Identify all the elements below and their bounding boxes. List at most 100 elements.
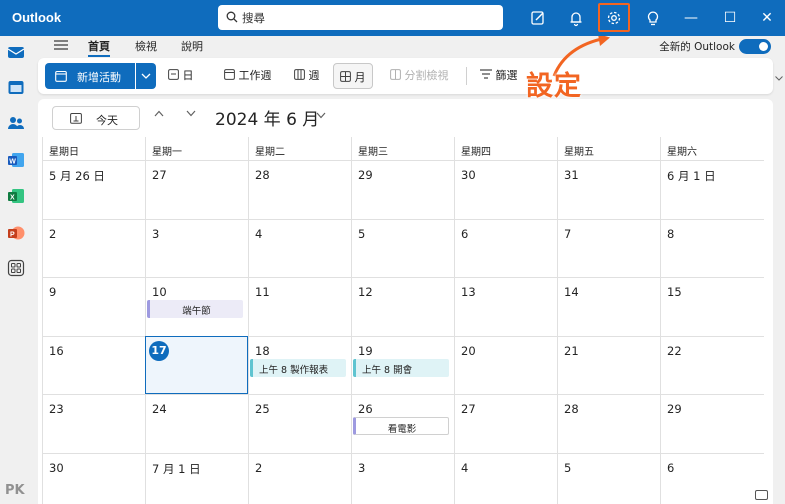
day-number: 10: [152, 285, 167, 299]
calendar-event[interactable]: 上午 8 開會: [353, 358, 449, 377]
day-cell[interactable]: 6: [454, 218, 557, 277]
filter-button[interactable]: 篩選: [480, 67, 518, 83]
close-button[interactable]: ✕: [755, 6, 779, 30]
day-cell[interactable]: 6: [660, 452, 764, 504]
day-cell[interactable]: 28: [248, 160, 351, 219]
day-cell[interactable]: 9: [42, 277, 145, 336]
menu-tab-help[interactable]: 說明: [181, 38, 203, 54]
day-cell[interactable]: 2: [42, 218, 145, 277]
day-cell[interactable]: 15: [660, 277, 764, 336]
hamburger-menu-icon[interactable]: [54, 39, 68, 51]
day-cell[interactable]: 7 月 1 日: [145, 452, 248, 504]
maximize-button[interactable]: ☐: [718, 6, 742, 30]
split-view-icon: [390, 69, 401, 80]
bell-icon[interactable]: [566, 8, 586, 28]
day-number: 21: [564, 343, 579, 358]
calendar-icon[interactable]: [7, 78, 25, 96]
view-workweek-label: 工作週: [238, 69, 272, 82]
day-cell[interactable]: 3: [351, 452, 454, 504]
view-toggle-icon[interactable]: [755, 490, 768, 500]
calendar-main: 今天 2024 年 6 月 星期日 星期一 星期二 星期三 星期四 星期五 星期六 5 月 2…: [38, 99, 773, 504]
new-event-button[interactable]: 新增活動: [45, 63, 135, 89]
day-cell[interactable]: 27: [145, 160, 248, 219]
day-number: 4: [461, 460, 469, 475]
view-week-button[interactable]: 週: [294, 67, 320, 83]
day-cell[interactable]: 29: [351, 160, 454, 219]
compose-note-icon[interactable]: [528, 8, 548, 28]
day-cell[interactable]: 28: [557, 394, 660, 453]
weekday-header: 星期日: [42, 137, 145, 160]
calendar-event[interactable]: 端午節: [147, 300, 243, 318]
day-cell[interactable]: 30: [42, 452, 145, 504]
lightbulb-icon[interactable]: [643, 8, 663, 28]
gear-icon[interactable]: [604, 8, 624, 28]
new-event-dropdown[interactable]: [136, 63, 156, 89]
apps-icon[interactable]: [7, 259, 25, 277]
day-cell[interactable]: 30: [454, 160, 557, 219]
day-cell[interactable]: 3: [145, 218, 248, 277]
day-cell[interactable]: 20: [454, 335, 557, 394]
day-cell[interactable]: 14: [557, 277, 660, 336]
menu-tab-view[interactable]: 檢視: [135, 38, 157, 54]
search-placeholder: 搜尋: [242, 11, 265, 25]
workweek-view-icon: [224, 69, 235, 80]
day-cell[interactable]: 11: [248, 277, 351, 336]
view-split-label: 分割檢視: [404, 69, 449, 82]
today-label: 今天: [96, 114, 118, 127]
view-month-button[interactable]: 月: [333, 63, 373, 89]
day-cell[interactable]: 16: [42, 335, 145, 394]
mail-icon[interactable]: [7, 43, 25, 61]
month-title: 2024 年 6 月: [215, 110, 320, 130]
view-day-button[interactable]: 日: [168, 67, 194, 83]
day-number: 7 月 1 日: [152, 461, 201, 476]
new-outlook-toggle[interactable]: [739, 39, 771, 54]
word-icon[interactable]: W: [7, 151, 25, 169]
search-box[interactable]: 搜尋: [218, 5, 503, 30]
search-icon: [226, 11, 238, 23]
weekday-header: 星期三: [351, 137, 454, 160]
day-cell[interactable]: 2: [248, 452, 351, 504]
previous-month-icon[interactable]: [154, 110, 164, 117]
day-cell[interactable]: 4: [454, 452, 557, 504]
day-cell[interactable]: 17: [145, 335, 248, 394]
today-date-badge: 17: [149, 340, 169, 361]
day-cell[interactable]: 5 月 26 日: [42, 160, 145, 219]
calendar-today-icon: [70, 113, 82, 124]
powerpoint-icon[interactable]: P: [7, 224, 25, 242]
calendar-add-icon: [55, 70, 67, 82]
day-cell[interactable]: 6 月 1 日: [660, 160, 764, 219]
day-cell[interactable]: 5: [557, 452, 660, 504]
people-icon[interactable]: [7, 114, 25, 132]
day-number: 7: [564, 226, 572, 241]
day-cell[interactable]: 31: [557, 160, 660, 219]
menu-tab-home[interactable]: 首頁: [88, 38, 110, 57]
next-month-icon[interactable]: [186, 110, 196, 117]
day-cell[interactable]: 25: [248, 394, 351, 453]
minimize-button[interactable]: —: [679, 6, 703, 30]
calendar-event[interactable]: 上午 8 製作報表: [250, 358, 346, 377]
day-cell[interactable]: 5: [351, 218, 454, 277]
chevron-down-icon[interactable]: [775, 76, 783, 81]
title-bar: Outlook 搜尋 — ☐ ✕: [0, 0, 785, 36]
day-cell[interactable]: 23: [42, 394, 145, 453]
day-cell[interactable]: 4: [248, 218, 351, 277]
day-cell[interactable]: 13: [454, 277, 557, 336]
month-picker-chevron-icon[interactable]: [316, 112, 326, 119]
today-button[interactable]: 今天: [52, 106, 140, 130]
day-cell[interactable]: 8: [660, 218, 764, 277]
day-cell[interactable]: 27: [454, 394, 557, 453]
day-number: 27: [152, 168, 167, 182]
day-cell[interactable]: 21: [557, 335, 660, 394]
day-cell[interactable]: 7: [557, 218, 660, 277]
view-split-button[interactable]: 分割檢視: [390, 67, 449, 83]
excel-icon[interactable]: X: [7, 187, 25, 205]
day-cell[interactable]: 29: [660, 394, 764, 453]
month-view-icon: [340, 71, 351, 82]
weekday-header: 星期四: [454, 137, 557, 160]
day-cell[interactable]: 24: [145, 394, 248, 453]
view-workweek-button[interactable]: 工作週: [224, 67, 272, 83]
day-cell[interactable]: 12: [351, 277, 454, 336]
left-app-rail: W X P: [0, 36, 32, 504]
calendar-event[interactable]: 看電影: [353, 417, 449, 435]
day-cell[interactable]: 22: [660, 335, 764, 394]
